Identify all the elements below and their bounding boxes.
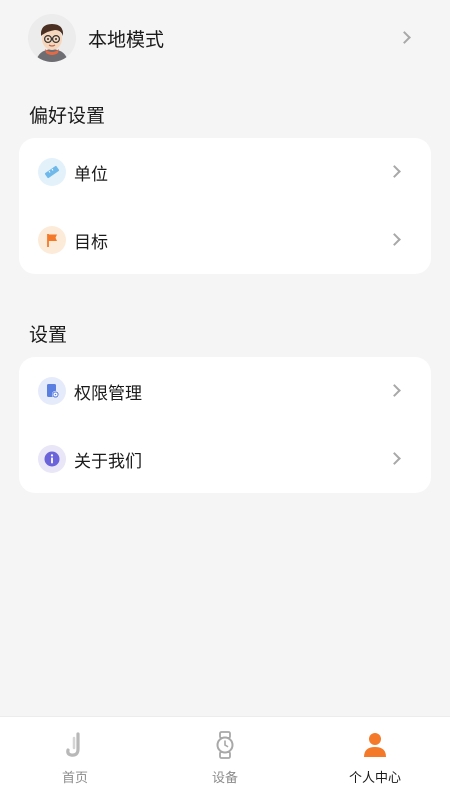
ruler-icon [38,158,66,186]
settings-item-goal[interactable]: 目标 [19,206,431,274]
settings-item-unit[interactable]: 单位 [19,138,431,206]
tab-home[interactable]: 首页 [0,717,150,800]
settings-card: 权限管理 关于我们 [19,357,431,493]
tab-label: 个人中心 [348,771,401,786]
person-icon [361,731,389,759]
chevron-right-icon [398,31,411,44]
section-title-preferences: 偏好设置 [29,105,106,127]
tab-profile[interactable]: 个人中心 [300,717,450,800]
avatar-icon [28,14,76,62]
tab-label: 设备 [211,771,238,786]
settings-item-label: 关于我们 [74,451,142,472]
chevron-right-icon [388,452,401,465]
settings-item-label: 权限管理 [74,383,142,404]
info-icon [38,445,66,473]
chevron-right-icon [388,165,401,178]
bottom-tab-bar: 首页 设备 个人中心 [0,716,450,800]
tab-label: 首页 [61,771,88,786]
chevron-right-icon [388,384,401,397]
flag-icon [38,226,66,254]
settings-item-permissions[interactable]: 权限管理 [19,357,431,425]
profile-name: 本地模式 [88,28,165,51]
avatar [28,14,76,62]
watch-icon [211,731,239,759]
home-icon [61,731,89,759]
settings-item-label: 目标 [74,232,108,253]
profile-page: 本地模式 偏好设置 单位 目标 设置 权限管理 关于我们 首页 设备 个人中心 [0,0,450,800]
preferences-card: 单位 目标 [19,138,431,274]
section-title-settings: 设置 [29,324,68,346]
settings-item-about[interactable]: 关于我们 [19,425,431,493]
tab-device[interactable]: 设备 [150,717,300,800]
profile-row[interactable]: 本地模式 [0,0,450,76]
permission-icon [38,377,66,405]
settings-item-label: 单位 [74,164,108,185]
chevron-right-icon [388,233,401,246]
